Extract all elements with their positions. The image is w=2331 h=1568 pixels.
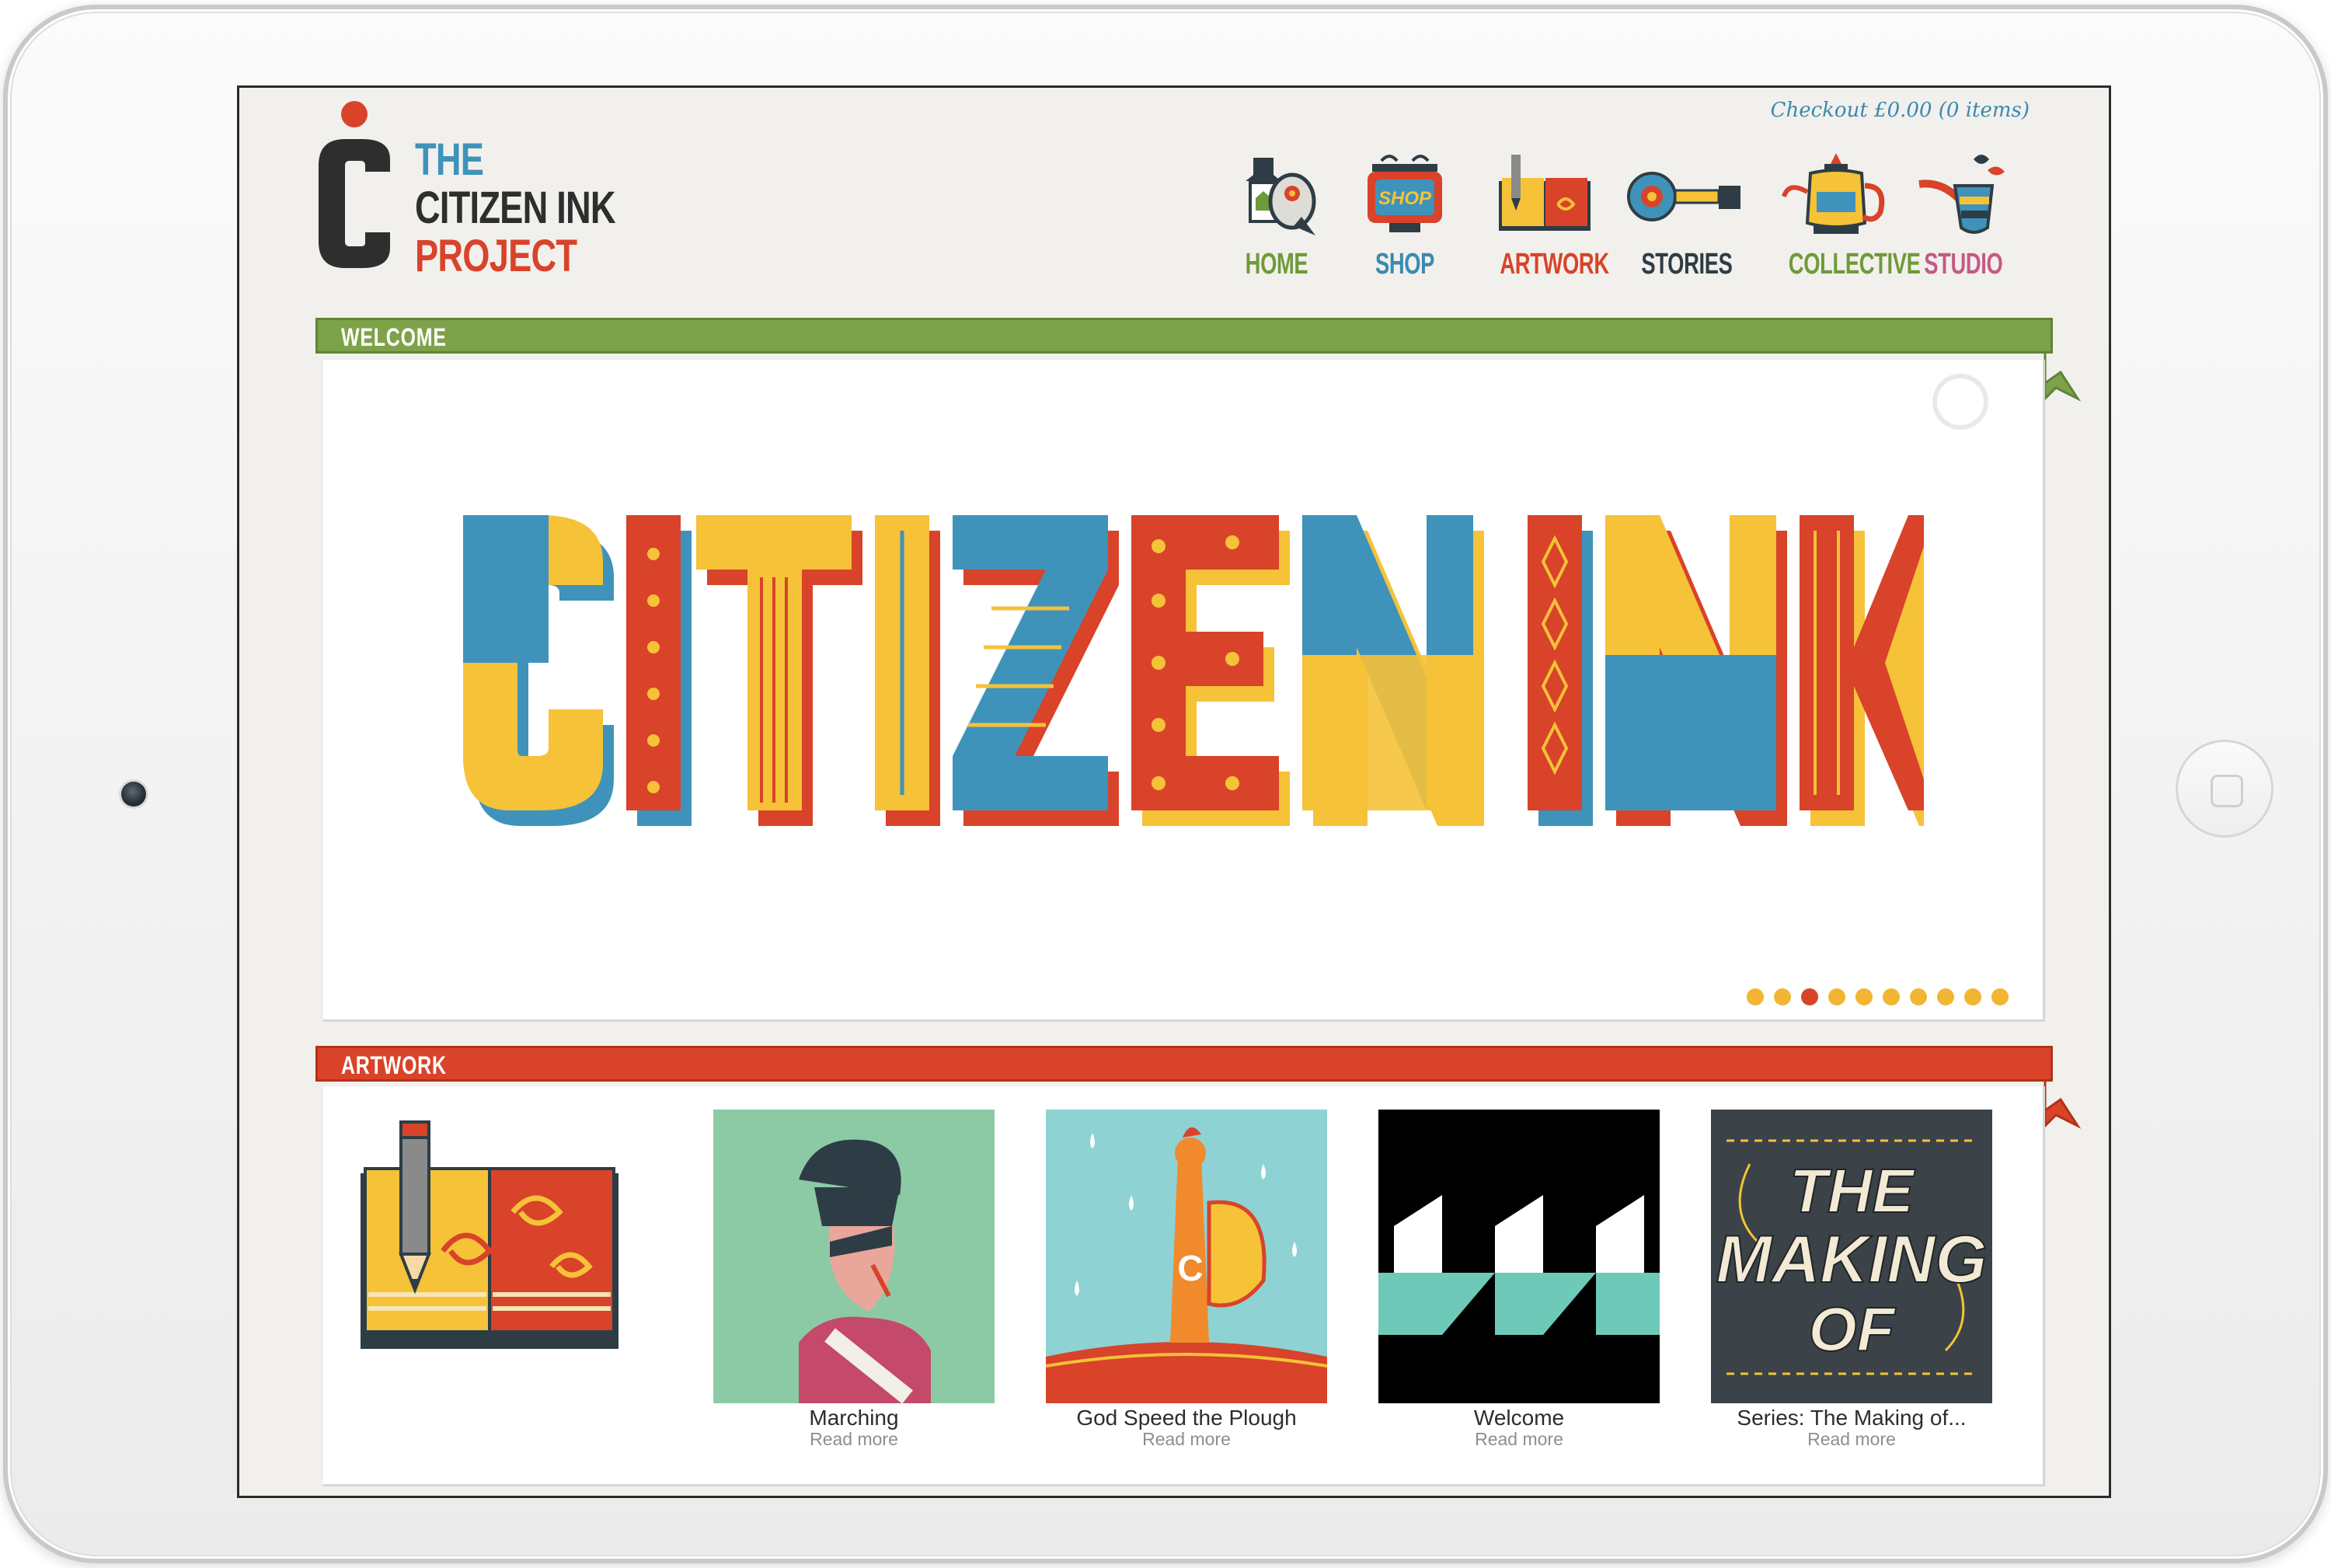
artwork-card-welcome[interactable]: Welcome Read more bbox=[1378, 1110, 1660, 1448]
nav-label-home: HOME bbox=[1245, 248, 1308, 280]
ribbon-fold-icon bbox=[2044, 1079, 2081, 1129]
browser-screen: Checkout £0.00 (0 items) THE CITIZEN INK… bbox=[237, 85, 2111, 1498]
making-of-line-2: MAKING bbox=[1716, 1222, 1988, 1297]
artwork-card-god-speed-the-plough[interactable]: C God Speed the Plough Read more bbox=[1046, 1110, 1327, 1448]
logo-line-project: PROJECT bbox=[415, 231, 577, 281]
nav-stories[interactable]: STORIES bbox=[1624, 150, 1748, 281]
artwork-card-making-of[interactable]: THE MAKING OF Series: The Making of... R… bbox=[1711, 1110, 1992, 1448]
pencil-book-icon bbox=[361, 1120, 618, 1349]
slider-dot-2[interactable] bbox=[1774, 988, 1791, 1005]
checkout-link[interactable]: Checkout £0.00 (0 items) bbox=[1771, 99, 2030, 122]
artwork-thumb[interactable] bbox=[713, 1110, 995, 1403]
nav-artwork[interactable]: ARTWORK bbox=[1483, 150, 1609, 281]
hero-letter-n2 bbox=[1605, 515, 1787, 826]
soldier-illustration bbox=[799, 1139, 931, 1403]
hero-letter-c bbox=[463, 515, 614, 826]
artwork-title[interactable]: Series: The Making of... bbox=[1711, 1406, 1992, 1430]
loading-spinner-icon bbox=[1932, 374, 1988, 430]
hero-letter-z bbox=[953, 515, 1119, 826]
home-button[interactable] bbox=[2176, 740, 2274, 838]
hero-letter-n bbox=[1302, 515, 1484, 826]
camera-icon bbox=[121, 782, 146, 807]
hero-letter-i3 bbox=[1528, 515, 1593, 826]
artwork-thumb[interactable] bbox=[1378, 1110, 1660, 1403]
artwork-thumb[interactable]: C bbox=[1046, 1110, 1327, 1403]
bird-house-icon bbox=[1246, 158, 1316, 235]
slider-dot-7[interactable] bbox=[1910, 988, 1927, 1005]
rooster-illustration: C bbox=[1046, 1127, 1327, 1403]
hero-title-art bbox=[463, 515, 1924, 826]
slider-pagination bbox=[1747, 988, 2009, 1005]
logo-line-citizen-ink: CITIZEN INK bbox=[415, 183, 616, 233]
read-more-link[interactable]: Read more bbox=[1378, 1430, 1660, 1448]
artwork-title[interactable]: God Speed the Plough bbox=[1046, 1406, 1327, 1430]
read-more-link[interactable]: Read more bbox=[1711, 1430, 1992, 1448]
w-letter-illustration bbox=[1378, 1195, 1660, 1335]
slider-dot-1[interactable] bbox=[1747, 988, 1764, 1005]
nav-shop[interactable]: SHOP SHOP bbox=[1354, 150, 1455, 281]
artwork-thumb[interactable]: THE MAKING OF bbox=[1711, 1110, 1992, 1403]
making-of-line-1: THE bbox=[1789, 1156, 1916, 1225]
tablet-device: Checkout £0.00 (0 items) THE CITIZEN INK… bbox=[3, 5, 2328, 1563]
read-more-link[interactable]: Read more bbox=[1046, 1430, 1327, 1448]
slider-dot-5[interactable] bbox=[1855, 988, 1873, 1005]
nav-label-artwork: ARTWORK bbox=[1500, 248, 1609, 280]
slider-dot-4[interactable] bbox=[1828, 988, 1845, 1005]
nav-studio[interactable]: STUDIO bbox=[1910, 150, 2011, 281]
svg-text:SHOP: SHOP bbox=[1378, 188, 1432, 209]
welcome-ribbon-label: WELCOME bbox=[341, 323, 447, 351]
making-of-illustration: THE MAKING OF bbox=[1716, 1139, 1988, 1375]
hero-slider bbox=[323, 360, 2045, 1022]
hero-letter-i1 bbox=[626, 515, 692, 826]
c-logo-icon bbox=[319, 101, 390, 268]
shop-sign-icon: SHOP bbox=[1368, 155, 1442, 232]
nav-label-stories: STORIES bbox=[1641, 248, 1733, 280]
hero-letter-t bbox=[696, 515, 862, 826]
pencil-book-icon bbox=[1499, 155, 1591, 231]
slider-dot-6[interactable] bbox=[1883, 988, 1900, 1005]
hero-letter-i2 bbox=[875, 515, 940, 826]
artwork-title[interactable]: Welcome bbox=[1378, 1406, 1660, 1430]
nav-home[interactable]: HOME bbox=[1226, 150, 1327, 281]
artwork-title[interactable]: Marching bbox=[713, 1406, 995, 1430]
artwork-card-marching[interactable]: Marching Read more bbox=[713, 1110, 995, 1448]
logo-line-the: THE bbox=[415, 134, 484, 185]
read-more-link[interactable]: Read more bbox=[713, 1430, 995, 1448]
nav-label-shop: SHOP bbox=[1375, 248, 1435, 280]
site-logo[interactable]: THE CITIZEN INK PROJECT bbox=[314, 97, 640, 284]
pipe-icon bbox=[1918, 155, 2005, 234]
hero-letter-e bbox=[1131, 515, 1290, 826]
svg-text:C: C bbox=[1177, 1248, 1203, 1288]
teapot-icon bbox=[1782, 153, 1885, 234]
artwork-panel: Marching Read more C God Speed the Ploug… bbox=[323, 1086, 2045, 1486]
artwork-ribbon-label: ARTWORK bbox=[341, 1051, 447, 1079]
welcome-ribbon: WELCOME bbox=[315, 318, 2053, 354]
nav-label-collective: COLLECTIVE bbox=[1788, 248, 1921, 280]
slider-dot-3[interactable] bbox=[1801, 988, 1818, 1005]
slider-dot-8[interactable] bbox=[1937, 988, 1954, 1005]
nav-label-studio: STUDIO bbox=[1924, 248, 2003, 280]
making-of-line-3: OF bbox=[1808, 1294, 1896, 1364]
slider-dot-9[interactable] bbox=[1964, 988, 1981, 1005]
nav-collective[interactable]: COLLECTIVE bbox=[1770, 150, 1921, 281]
artwork-ribbon: ARTWORK bbox=[315, 1046, 2053, 1082]
slider-dot-10[interactable] bbox=[1991, 988, 2009, 1005]
key-icon bbox=[1627, 172, 1740, 221]
hero-letter-k bbox=[1800, 515, 1924, 826]
ribbon-fold-icon bbox=[2044, 352, 2081, 402]
